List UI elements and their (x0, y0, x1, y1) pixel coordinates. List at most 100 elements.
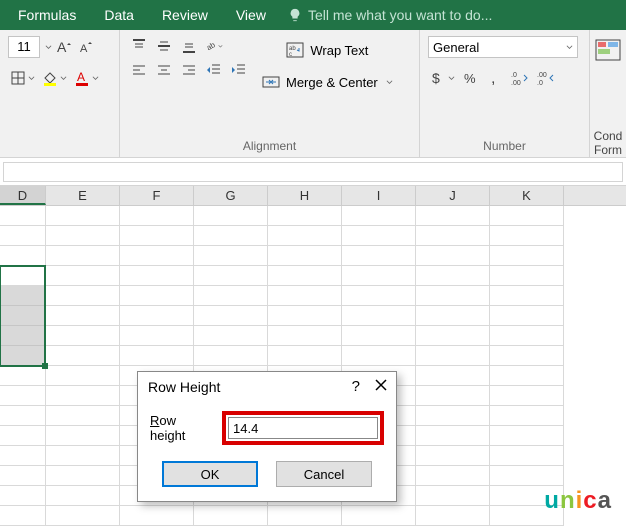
cell[interactable] (0, 486, 46, 506)
column-header-j[interactable]: J (416, 186, 490, 205)
cell[interactable] (490, 246, 564, 266)
cell[interactable] (416, 346, 490, 366)
cell[interactable] (120, 346, 194, 366)
column-header-g[interactable]: G (194, 186, 268, 205)
cell[interactable] (120, 226, 194, 246)
cell[interactable] (268, 266, 342, 286)
cell[interactable] (194, 226, 268, 246)
cell[interactable] (268, 226, 342, 246)
cell[interactable] (490, 406, 564, 426)
cell[interactable] (120, 266, 194, 286)
conditional-formatting-button[interactable] (592, 36, 624, 68)
column-header-i[interactable]: I (342, 186, 416, 205)
cell[interactable] (194, 346, 268, 366)
cell[interactable] (490, 446, 564, 466)
cell[interactable] (490, 386, 564, 406)
decrease-indent-button[interactable] (203, 60, 225, 80)
percent-format-button[interactable]: % (461, 68, 481, 88)
cell[interactable] (490, 226, 564, 246)
align-top-button[interactable] (128, 36, 150, 56)
column-header-h[interactable]: H (268, 186, 342, 205)
cell[interactable] (46, 406, 120, 426)
align-right-button[interactable] (178, 60, 200, 80)
decrease-decimal-button[interactable]: .00.0 (535, 68, 557, 88)
cell[interactable] (0, 426, 46, 446)
cell[interactable] (416, 466, 490, 486)
cell[interactable] (268, 346, 342, 366)
cell[interactable] (120, 286, 194, 306)
cell[interactable] (0, 466, 46, 486)
cell[interactable] (194, 246, 268, 266)
cell[interactable] (342, 306, 416, 326)
cell[interactable] (416, 406, 490, 426)
cell[interactable] (268, 306, 342, 326)
cell[interactable] (46, 426, 120, 446)
cell[interactable] (46, 306, 120, 326)
cell[interactable] (342, 346, 416, 366)
cell[interactable] (490, 466, 564, 486)
tab-review[interactable]: Review (148, 0, 222, 30)
dialog-help-button[interactable]: ? (352, 378, 360, 395)
cell[interactable] (46, 246, 120, 266)
cell[interactable] (46, 446, 120, 466)
cell[interactable] (120, 206, 194, 226)
cell[interactable] (342, 266, 416, 286)
cell[interactable] (194, 266, 268, 286)
cell[interactable] (0, 406, 46, 426)
cell[interactable] (46, 486, 120, 506)
cell[interactable] (416, 286, 490, 306)
cell[interactable] (46, 286, 120, 306)
column-header-d[interactable]: D (0, 186, 46, 205)
fill-color-button[interactable] (40, 68, 69, 88)
cell[interactable] (268, 206, 342, 226)
cell[interactable] (490, 306, 564, 326)
cell[interactable] (46, 366, 120, 386)
cell[interactable] (490, 266, 564, 286)
cell[interactable] (120, 246, 194, 266)
cell[interactable] (342, 226, 416, 246)
cell[interactable] (416, 426, 490, 446)
cell[interactable] (490, 206, 564, 226)
cell[interactable] (120, 326, 194, 346)
tell-me-search[interactable]: Tell me what you want to do... (280, 7, 500, 23)
fill-handle[interactable] (42, 363, 48, 369)
cell[interactable] (416, 266, 490, 286)
cell[interactable] (194, 306, 268, 326)
column-header-k[interactable]: K (490, 186, 564, 205)
cell[interactable] (416, 486, 490, 506)
cell[interactable] (0, 226, 46, 246)
cell[interactable] (416, 306, 490, 326)
increase-indent-button[interactable] (228, 60, 250, 80)
tab-data[interactable]: Data (90, 0, 148, 30)
cell[interactable] (0, 366, 46, 386)
cancel-button[interactable]: Cancel (276, 461, 372, 487)
cell[interactable] (46, 386, 120, 406)
cell[interactable] (490, 326, 564, 346)
orientation-button[interactable]: ab (203, 36, 225, 56)
cell[interactable] (268, 246, 342, 266)
cell[interactable] (46, 226, 120, 246)
column-header-f[interactable]: F (120, 186, 194, 205)
tab-formulas[interactable]: Formulas (4, 0, 90, 30)
row-height-input[interactable] (228, 417, 378, 439)
cell[interactable] (268, 506, 342, 526)
formula-input[interactable] (3, 162, 623, 182)
cell[interactable] (194, 206, 268, 226)
cell[interactable] (46, 466, 120, 486)
cell[interactable] (268, 326, 342, 346)
column-header-e[interactable]: E (46, 186, 120, 205)
cell[interactable] (194, 326, 268, 346)
cell[interactable] (342, 246, 416, 266)
cell[interactable] (194, 506, 268, 526)
comma-format-button[interactable]: , (485, 68, 505, 88)
cell[interactable] (490, 286, 564, 306)
cell[interactable] (46, 346, 120, 366)
cell[interactable] (416, 326, 490, 346)
cell[interactable] (490, 366, 564, 386)
increase-font-size-button[interactable]: A (55, 37, 75, 57)
cell[interactable] (120, 306, 194, 326)
tab-view[interactable]: View (222, 0, 280, 30)
merge-center-button[interactable]: Merge & Center (260, 68, 399, 96)
cell[interactable] (46, 206, 120, 226)
cell[interactable] (416, 386, 490, 406)
